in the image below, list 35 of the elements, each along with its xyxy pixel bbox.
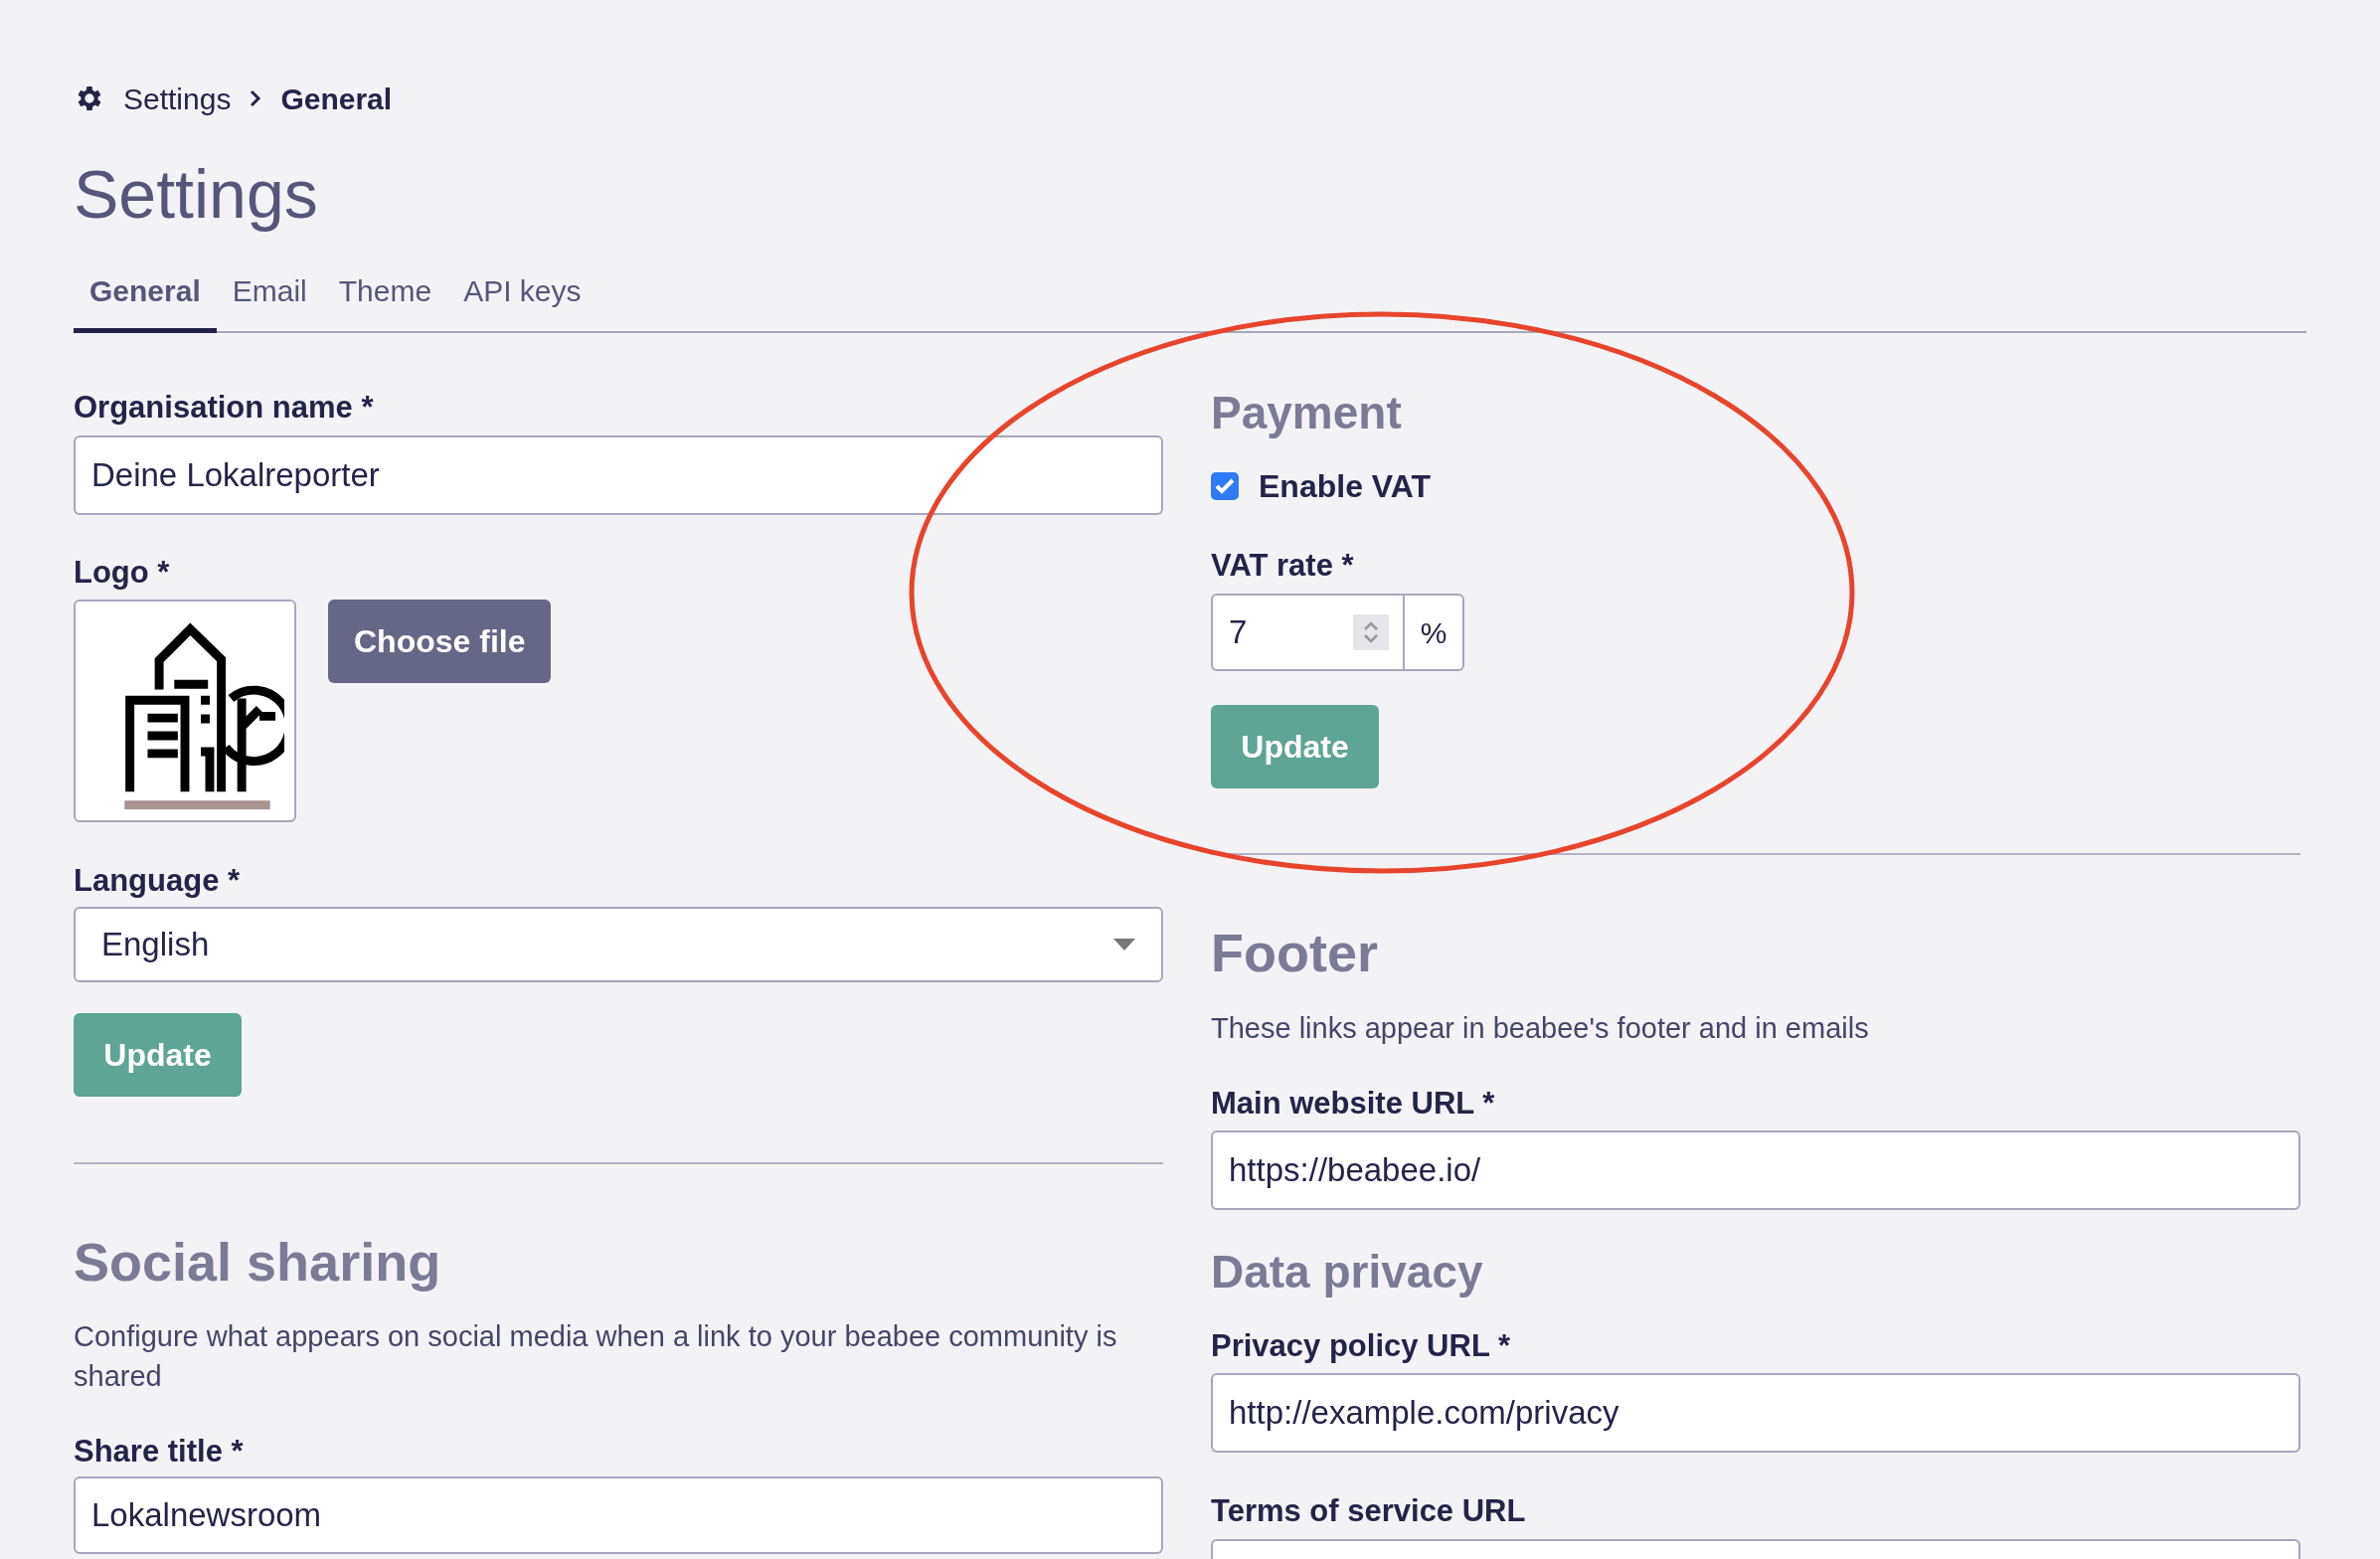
text-field[interactable]: Lokalnewsroom (74, 1476, 1163, 1554)
tab[interactable]: Theme (322, 258, 448, 331)
text-field[interactable]: http://example.com/privacy (1211, 1373, 2300, 1453)
percent-addon: % (1405, 594, 1464, 671)
choose-file-button[interactable]: Choose file (328, 600, 552, 683)
tab[interactable]: API keys (447, 258, 597, 331)
breadcrumb-current: General (280, 81, 393, 117)
section-heading: Social sharing (74, 1231, 441, 1294)
field-label: VAT rate * (1211, 547, 1354, 585)
chevron-right-icon (249, 88, 263, 108)
section-heading: Payment (1211, 386, 1402, 440)
page-title: Settings (74, 155, 318, 234)
tab[interactable]: Email (216, 258, 323, 331)
field-label: Main website URL * (1211, 1085, 1495, 1123)
section-heading: Data privacy (1211, 1245, 1483, 1299)
spinner-icon (1353, 614, 1389, 650)
dropdown-caret-icon (1113, 939, 1135, 951)
text-field[interactable]: https://beabee.io/ (1211, 1130, 2300, 1210)
field-label: Privacy policy URL * (1211, 1327, 1510, 1365)
section-description: These links appear in beabee's footer and in emails (1211, 1011, 1869, 1046)
checkbox[interactable] (1211, 472, 1239, 500)
text-field[interactable] (1211, 1539, 2300, 1559)
language-select[interactable]: English (74, 907, 1163, 982)
breadcrumb-link[interactable]: Settings (123, 76, 232, 121)
checkbox-label: Enable VAT (1259, 467, 1432, 506)
section-description: Configure what appears on social media when a link to your beabee community is shared (74, 1319, 1118, 1394)
field-label: Terms of service URL (1211, 1492, 1526, 1530)
field-label: Logo * (74, 554, 170, 592)
number-field[interactable]: 7 (1211, 594, 1405, 671)
field-label: Language * (74, 862, 241, 900)
section-heading: Footer (1211, 922, 1378, 984)
field-label: Share title * (74, 1433, 244, 1471)
field-label: Organisation name * (74, 389, 374, 427)
text-field[interactable]: Deine Lokalreporter (74, 435, 1163, 515)
tab[interactable]: General (74, 258, 217, 333)
